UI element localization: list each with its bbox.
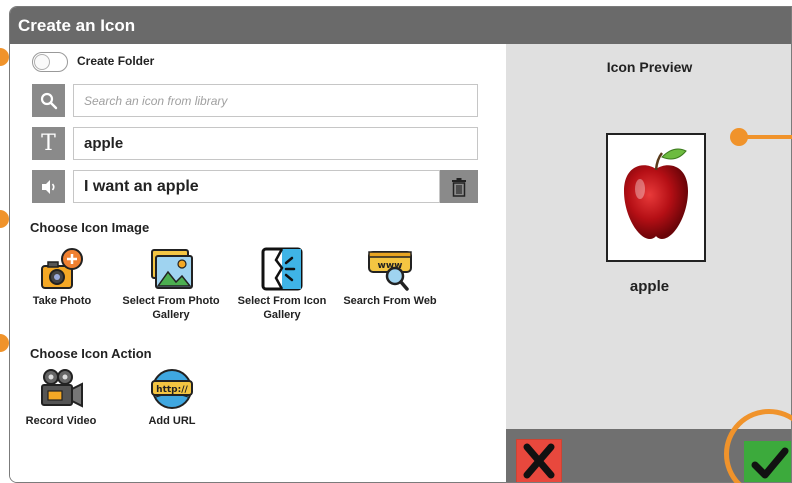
- search-icon[interactable]: [32, 84, 65, 117]
- speak-text-input[interactable]: I want an apple: [73, 170, 440, 203]
- svg-text:http://: http://: [156, 385, 188, 395]
- create-folder-toggle[interactable]: [32, 52, 68, 72]
- take-photo-option[interactable]: Take Photo: [22, 246, 102, 308]
- web-search-label: Search From Web: [343, 295, 437, 307]
- trash-icon[interactable]: [440, 170, 478, 203]
- cancel-button[interactable]: [516, 439, 562, 482]
- search-input[interactable]: Search an icon from library: [73, 84, 478, 117]
- preview-title: Icon Preview: [606, 59, 693, 75]
- preview-frame: [606, 133, 706, 262]
- toggle-knob: [34, 54, 50, 70]
- icon-name-input[interactable]: apple: [73, 127, 478, 160]
- record-video-option[interactable]: Record Video: [20, 366, 102, 428]
- close-icon: [523, 443, 555, 479]
- choose-action-heading: Choose Icon Action: [30, 346, 152, 361]
- record-video-label: Record Video: [25, 415, 97, 427]
- video-camera-icon: [35, 366, 87, 412]
- tutorial-marker: [0, 48, 9, 66]
- create-folder-label: Create Folder: [77, 54, 155, 68]
- camera-add-icon: [36, 246, 88, 292]
- create-icon-dialog: Create an Icon Create Folder Search an i…: [9, 6, 792, 483]
- choose-image-heading: Choose Icon Image: [30, 220, 150, 235]
- photo-gallery-icon: [145, 246, 197, 292]
- tutorial-marker: [0, 334, 9, 352]
- speaker-icon[interactable]: [32, 170, 65, 203]
- tutorial-marker-line: [745, 135, 792, 139]
- icon-gallery-icon: [256, 246, 308, 292]
- url-globe-icon: http://: [146, 366, 198, 412]
- web-search-icon: www: [364, 246, 416, 292]
- icon-gallery-option[interactable]: Select From Icon Gallery: [232, 246, 332, 322]
- tutorial-marker: [0, 210, 9, 228]
- add-url-option[interactable]: http:// Add URL: [134, 366, 210, 428]
- text-icon: T: [32, 127, 65, 160]
- icon-gallery-label-1: Select From Icon: [237, 295, 327, 307]
- web-search-option[interactable]: www Search From Web: [340, 246, 440, 308]
- dialog-title: Create an Icon: [10, 7, 791, 44]
- apple-image: [624, 148, 688, 239]
- photo-gallery-label-2: Gallery: [152, 309, 190, 321]
- icon-gallery-label-2: Gallery: [263, 309, 301, 321]
- add-url-label: Add URL: [148, 415, 196, 427]
- take-photo-label: Take Photo: [32, 295, 92, 307]
- photo-gallery-label-1: Select From Photo: [122, 295, 220, 307]
- form-panel: Create Folder Search an icon from librar…: [10, 44, 506, 482]
- photo-gallery-option[interactable]: Select From Photo Gallery: [118, 246, 224, 322]
- preview-label: apple: [629, 278, 670, 295]
